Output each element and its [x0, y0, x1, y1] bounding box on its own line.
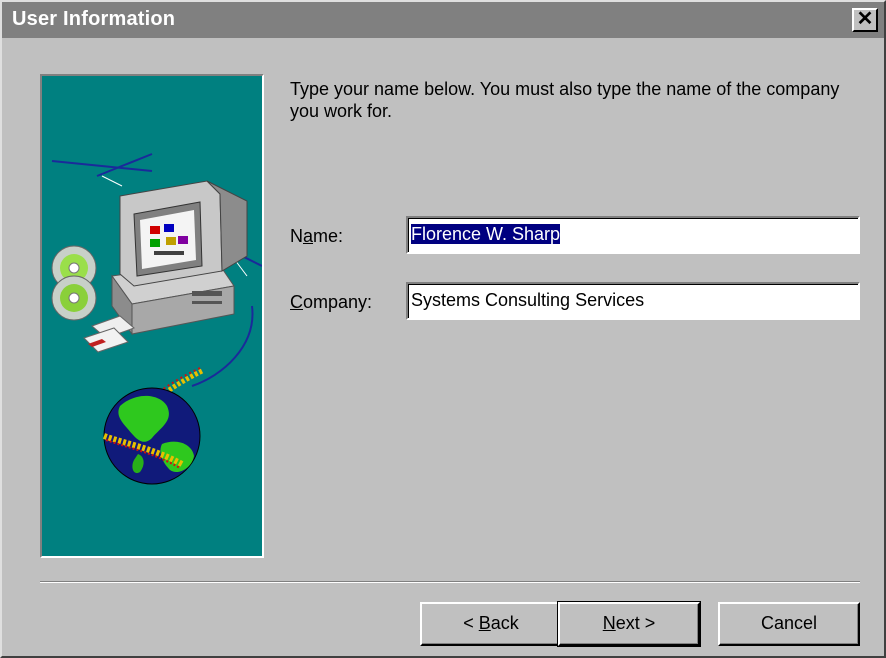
title-bar[interactable]: User Information ✕ [2, 2, 884, 38]
computer-network-illustration [51, 153, 262, 485]
company-input-value: Systems Consulting Services [411, 290, 645, 310]
company-label: Company: [290, 292, 373, 312]
back-button[interactable]: < Back [420, 602, 562, 646]
setup-illustration [40, 74, 264, 558]
cd-icon [51, 245, 97, 321]
window-title: User Information [12, 8, 176, 30]
close-icon: ✕ [856, 8, 874, 30]
name-label: Name: [290, 226, 344, 246]
instructions-text: Type your name below. You must also type… [290, 79, 840, 121]
company-input[interactable]: Systems Consulting Services [406, 282, 860, 320]
globe-icon [103, 387, 201, 485]
button-separator [40, 581, 860, 583]
cancel-button[interactable]: Cancel [718, 602, 860, 646]
name-input-selection: Florence W. Sharp [411, 224, 561, 244]
computer-icon [111, 180, 248, 336]
next-button[interactable]: Next > [557, 601, 701, 647]
name-input[interactable]: Florence W. Sharp [406, 216, 860, 254]
user-information-dialog: User Information ✕ Type your name below.… [0, 0, 886, 658]
floppy-disk-icon [83, 315, 135, 353]
close-button[interactable]: ✕ [852, 8, 878, 32]
